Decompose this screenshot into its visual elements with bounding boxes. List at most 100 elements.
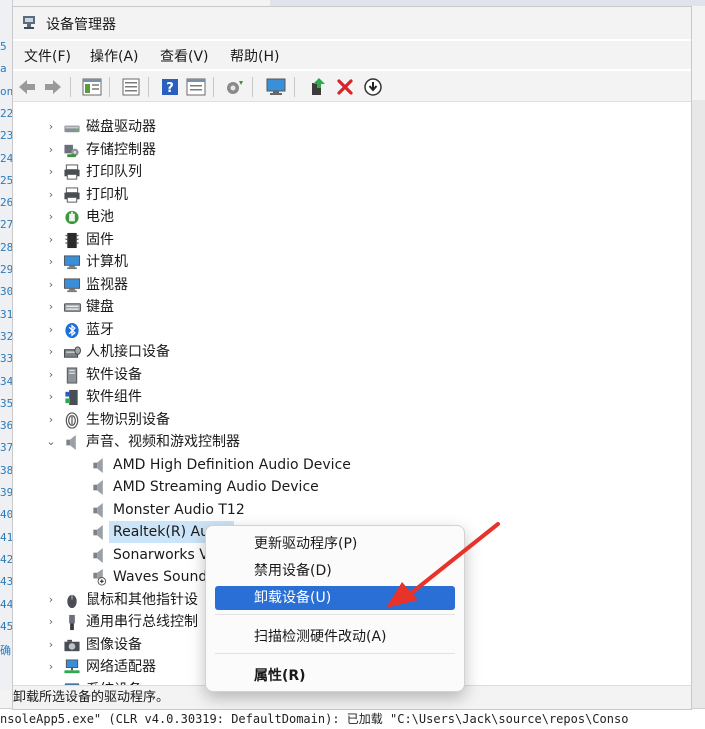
toolbar: ? xyxy=(13,71,691,102)
camera-icon xyxy=(63,637,81,654)
expand-chevron-icon[interactable]: › xyxy=(46,229,56,251)
context-menu-item-3[interactable]: 扫描检测硬件改动(A) xyxy=(215,625,455,649)
update-driver-icon[interactable] xyxy=(307,76,329,98)
tree-category-12[interactable]: › 软件组件 xyxy=(13,386,691,408)
expand-chevron-icon[interactable]: › xyxy=(46,296,56,318)
tree-item-label: 鼠标和其他指针设 xyxy=(86,591,198,608)
context-menu-item-4[interactable]: 属性(R) xyxy=(215,664,455,688)
expand-chevron-icon[interactable]: › xyxy=(46,319,56,341)
tree-item-label: AMD Streaming Audio Device xyxy=(113,479,319,495)
properties-pane-icon[interactable] xyxy=(81,76,103,98)
tree-item-label: 生物识别设备 xyxy=(86,411,170,428)
context-menu-separator xyxy=(215,614,455,615)
expand-chevron-icon[interactable]: › xyxy=(46,116,56,138)
code-line-number: 45 xyxy=(0,619,12,633)
expand-chevron-icon[interactable]: › xyxy=(46,161,56,183)
expand-chevron-icon[interactable]: › xyxy=(46,634,56,656)
annotation-arrow xyxy=(386,522,500,608)
expand-chevron-icon[interactable]: › xyxy=(46,341,56,363)
expand-chevron-icon[interactable]: › xyxy=(46,364,56,386)
context-menu-separator xyxy=(215,653,455,654)
collapse-chevron-icon[interactable]: ⌄ xyxy=(46,431,56,453)
uninstall-icon[interactable] xyxy=(334,76,356,98)
code-line-number: 28 xyxy=(0,240,12,254)
battery-icon xyxy=(63,209,81,226)
code-line-number: 44 xyxy=(0,597,12,611)
device-manager-app-icon xyxy=(23,16,35,29)
scan-hardware-icon[interactable] xyxy=(224,76,246,98)
expand-chevron-icon[interactable]: › xyxy=(46,409,56,431)
code-line-number: 39 xyxy=(0,486,12,499)
usb-icon xyxy=(63,614,81,631)
tree-category-13[interactable]: › 生物识别设备 xyxy=(13,409,691,431)
expand-chevron-icon[interactable]: › xyxy=(46,206,56,228)
menu-bar: 文件(F) 操作(A) 查看(V) 帮助(H) xyxy=(13,41,691,69)
hid-icon xyxy=(63,344,81,361)
tree-item-label: 图像设备 xyxy=(86,636,142,653)
expand-chevron-icon[interactable]: › xyxy=(46,611,56,633)
title-bar[interactable]: 设备管理器 xyxy=(13,7,691,39)
code-line-number: 23 xyxy=(0,129,12,143)
help-icon[interactable]: ? xyxy=(159,76,181,98)
tree-category-2[interactable]: › 打印队列 xyxy=(13,161,691,183)
expand-chevron-icon[interactable]: › xyxy=(46,251,56,273)
bluetooth-icon xyxy=(63,322,81,339)
back-icon[interactable] xyxy=(16,76,38,98)
expand-chevron-icon[interactable]: › xyxy=(46,386,56,408)
tree-audio-device-1[interactable]: AMD Streaming Audio Device xyxy=(13,476,691,498)
firmware-icon xyxy=(63,232,81,249)
toolbar-separator xyxy=(294,77,295,97)
tree-category-7[interactable]: › 监视器 xyxy=(13,274,691,296)
code-line-number: 26 xyxy=(0,196,12,210)
menu-help[interactable]: 帮助(H) xyxy=(230,46,279,66)
audio-device-icon xyxy=(90,502,108,519)
tree-item-label: 打印队列 xyxy=(86,164,142,180)
tree-category-14[interactable]: ⌄ 声音、视频和游戏控制器 xyxy=(13,431,691,453)
code-line-number: 43 xyxy=(0,575,12,589)
menu-view[interactable]: 查看(V) xyxy=(160,46,209,66)
code-line-number: 确 xyxy=(0,644,11,658)
tree-category-3[interactable]: › 打印机 xyxy=(13,184,691,206)
tree-item-label: Monster Audio T12 xyxy=(113,501,245,518)
forward-icon[interactable] xyxy=(42,76,64,98)
menu-file[interactable]: 文件(F) xyxy=(24,46,71,66)
tree-category-4[interactable]: › 电池 xyxy=(13,206,691,228)
menu-action[interactable]: 操作(A) xyxy=(90,46,139,66)
expand-chevron-icon[interactable]: › xyxy=(46,184,56,206)
tree-category-10[interactable]: › 人机接口设备 xyxy=(13,341,691,363)
device-view-icon[interactable] xyxy=(120,76,142,98)
code-line-number: 38 xyxy=(0,463,12,477)
tree-category-8[interactable]: › 键盘 xyxy=(13,296,691,318)
show-hidden-icon[interactable] xyxy=(185,76,207,98)
expand-chevron-icon[interactable]: › xyxy=(46,589,56,611)
toolbar-separator xyxy=(213,77,214,97)
tree-audio-device-2[interactable]: Monster Audio T12 xyxy=(13,499,691,521)
download-icon[interactable] xyxy=(362,76,384,98)
toolbar-separator xyxy=(70,77,71,97)
tree-category-1[interactable]: › 存储控制器 xyxy=(13,139,691,161)
window-title: 设备管理器 xyxy=(46,17,116,33)
expand-chevron-icon[interactable]: › xyxy=(46,656,56,678)
tree-audio-device-0[interactable]: AMD High Definition Audio Device xyxy=(13,454,691,476)
expand-chevron-icon[interactable]: › xyxy=(46,139,56,161)
expand-chevron-icon[interactable]: › xyxy=(46,274,56,296)
software-component-icon xyxy=(63,389,81,406)
monitor-icon[interactable] xyxy=(265,76,287,98)
printer-icon xyxy=(63,186,81,204)
code-line-number: 27 xyxy=(0,218,12,232)
tree-item-label: 磁盘驱动器 xyxy=(86,119,156,135)
tree-category-5[interactable]: › 固件 xyxy=(13,229,691,251)
code-line-number: 37 xyxy=(0,441,12,455)
monitor-icon xyxy=(63,277,81,294)
tree-item-label: 声音、视频和游戏控制器 xyxy=(86,434,240,450)
tree-category-0[interactable]: › 磁盘驱动器 xyxy=(13,116,691,138)
svg-text:?: ? xyxy=(166,81,174,96)
code-line-number: 29 xyxy=(0,263,12,276)
tree-item-label: 监视器 xyxy=(86,276,128,293)
code-line-number: 42 xyxy=(0,552,12,566)
tree-item-label: 固件 xyxy=(86,231,114,248)
code-line-number: 30 xyxy=(0,285,12,299)
tree-category-11[interactable]: › 软件设备 xyxy=(13,364,691,386)
tree-category-9[interactable]: › 蓝牙 xyxy=(13,319,691,341)
tree-category-6[interactable]: › 计算机 xyxy=(13,251,691,273)
